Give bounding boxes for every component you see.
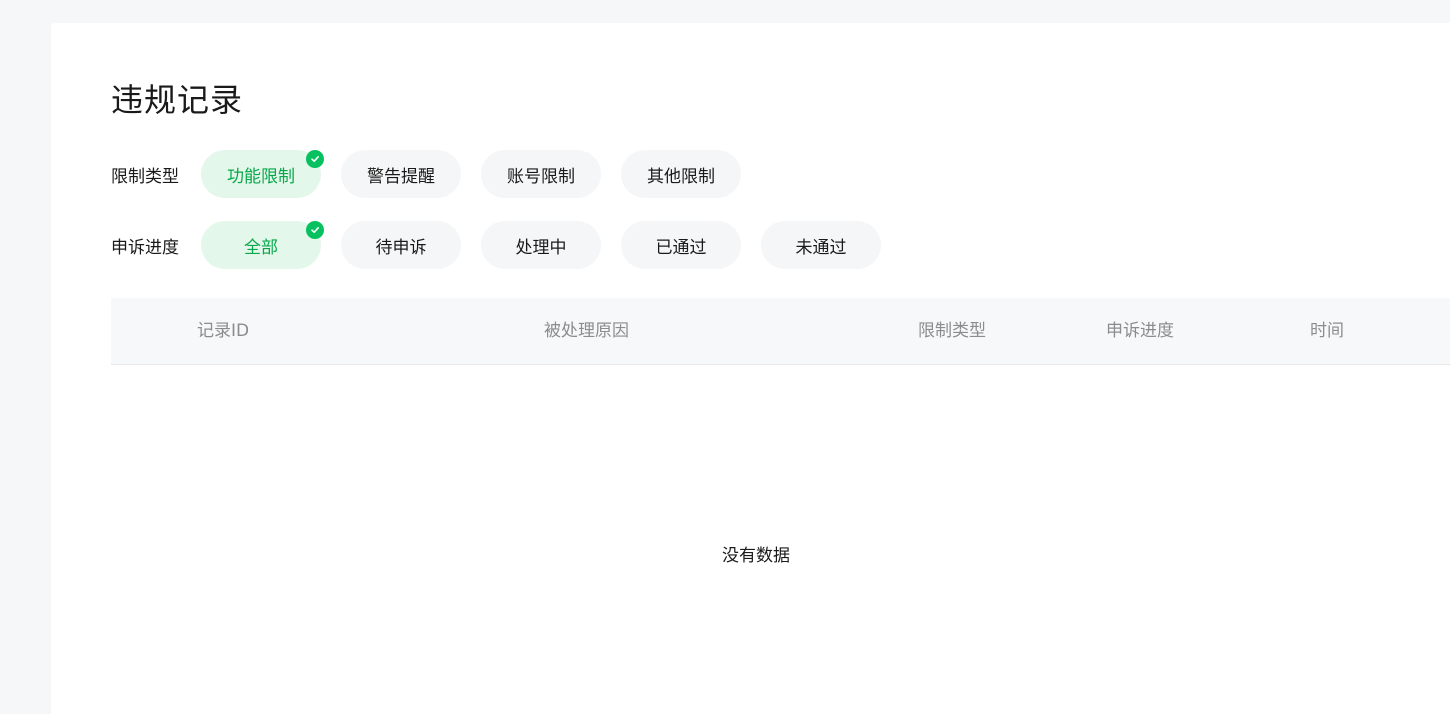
column-header-record-id: 记录ID bbox=[197, 321, 250, 341]
restriction-type-label: 限制类型 bbox=[111, 166, 179, 187]
appeal-progress-filter: 申诉进度 全部 待申诉 处理中 已通过 未通过 bbox=[111, 221, 881, 269]
check-circle-icon bbox=[306, 150, 324, 168]
chip-warning-reminder[interactable]: 警告提醒 bbox=[341, 150, 461, 198]
chip-label: 功能限制 bbox=[227, 166, 295, 187]
chip-label: 未通过 bbox=[795, 237, 847, 258]
chip-rejected[interactable]: 未通过 bbox=[761, 221, 881, 269]
column-header-reason: 被处理原因 bbox=[544, 321, 629, 341]
appeal-progress-options: 全部 待申诉 处理中 已通过 未通过 bbox=[201, 221, 881, 269]
table-header: 记录ID 被处理原因 限制类型 申诉进度 时间 bbox=[111, 298, 1450, 365]
appeal-progress-label: 申诉进度 bbox=[111, 237, 179, 258]
chip-label: 待申诉 bbox=[375, 237, 427, 258]
chip-processing[interactable]: 处理中 bbox=[481, 221, 601, 269]
chip-label: 其他限制 bbox=[647, 166, 715, 187]
empty-state-text: 没有数据 bbox=[722, 546, 790, 566]
chip-function-restriction[interactable]: 功能限制 bbox=[201, 150, 324, 198]
chip-label: 已通过 bbox=[655, 237, 707, 258]
column-header-appeal-progress: 申诉进度 bbox=[1106, 321, 1174, 341]
chip-label: 警告提醒 bbox=[367, 166, 435, 187]
page-title: 违规记录 bbox=[111, 81, 244, 119]
chip-all[interactable]: 全部 bbox=[201, 221, 324, 269]
restriction-type-filter: 限制类型 功能限制 警告提醒 账号限制 其他限制 bbox=[111, 150, 741, 198]
chip-pending-appeal[interactable]: 待申诉 bbox=[341, 221, 461, 269]
chip-approved[interactable]: 已通过 bbox=[621, 221, 741, 269]
chip-label: 处理中 bbox=[515, 237, 567, 258]
restriction-type-options: 功能限制 警告提醒 账号限制 其他限制 bbox=[201, 150, 741, 198]
check-circle-icon bbox=[306, 221, 324, 239]
column-header-restriction-type: 限制类型 bbox=[918, 321, 986, 341]
chip-other-restriction[interactable]: 其他限制 bbox=[621, 150, 741, 198]
column-header-time: 时间 bbox=[1310, 321, 1344, 341]
chip-label: 全部 bbox=[244, 237, 278, 258]
violation-records-card: 违规记录 限制类型 功能限制 警告提醒 账号限制 其他限制 申诉进度 全部 待申… bbox=[51, 23, 1450, 714]
chip-account-restriction[interactable]: 账号限制 bbox=[481, 150, 601, 198]
chip-label: 账号限制 bbox=[507, 166, 575, 187]
